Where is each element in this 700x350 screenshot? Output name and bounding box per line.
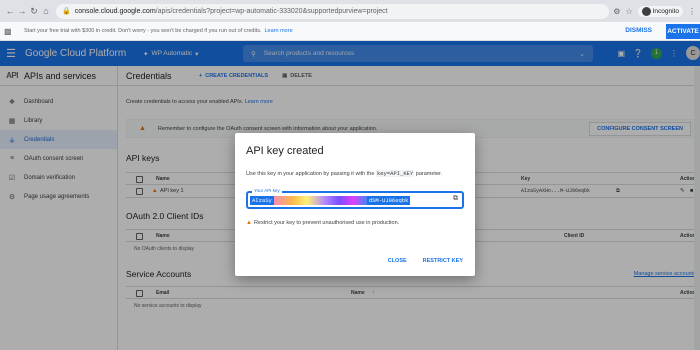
dialog-description: Use this key in your application by pass… bbox=[246, 170, 442, 177]
extension-icon[interactable]: ⚙ bbox=[613, 7, 620, 16]
dismiss-button[interactable]: DISMISS bbox=[625, 27, 652, 34]
copy-icon[interactable]: ⧉ bbox=[453, 195, 458, 203]
restrict-warning-text: Restrict your key to prevent unauthorise… bbox=[253, 220, 400, 226]
dialog-description-post: parameter. bbox=[415, 171, 443, 177]
dialog-title: API key created bbox=[246, 145, 324, 157]
back-icon[interactable]: ← bbox=[4, 4, 16, 18]
gift-icon: ▩ bbox=[4, 26, 12, 36]
trial-learn-more-link[interactable]: Learn more bbox=[265, 28, 293, 34]
browser-actions: ⚙ ☆ Incognito ⋮ bbox=[613, 5, 696, 17]
lock-icon: 🔒 bbox=[62, 8, 71, 15]
url-path: /apis/credentials?project=wp-automatic-3… bbox=[155, 7, 388, 15]
home-icon[interactable]: ⌂ bbox=[40, 4, 52, 18]
api-key-field-label: Your API key bbox=[252, 188, 282, 193]
api-key-end: dSM-UJ96eqbk bbox=[366, 196, 411, 205]
browser-window: ← → ↻ ⌂ 🔒 console.cloud.google.com /apis… bbox=[0, 0, 700, 350]
dialog-actions: CLOSE RESTRICT KEY bbox=[388, 258, 463, 264]
close-button[interactable]: CLOSE bbox=[388, 258, 407, 264]
api-key-value-selected[interactable]: AIzaSy dSM-UJ96eqbk bbox=[250, 196, 411, 205]
api-key-field[interactable]: Your API key AIzaSy dSM-UJ96eqbk ⧉ bbox=[246, 188, 464, 209]
incognito-icon bbox=[641, 6, 651, 16]
dialog-param: key=API_KEY bbox=[375, 170, 415, 177]
forward-icon[interactable]: → bbox=[16, 4, 28, 18]
api-key-created-dialog: API key created Use this key in your app… bbox=[235, 133, 475, 276]
api-key-start: AIzaSy bbox=[250, 196, 274, 205]
menu-icon[interactable]: ⋮ bbox=[688, 7, 696, 16]
address-bar[interactable]: 🔒 console.cloud.google.com /apis/credent… bbox=[56, 3, 610, 19]
incognito-label: Incognito bbox=[652, 7, 679, 15]
api-key-redaction bbox=[273, 196, 367, 205]
restrict-warning: ▲ Restrict your key to prevent unauthori… bbox=[246, 220, 399, 226]
warning-icon: ▲ bbox=[246, 220, 252, 226]
reload-icon[interactable]: ↻ bbox=[28, 4, 40, 18]
dialog-description-pre: Use this key in your application by pass… bbox=[246, 171, 375, 177]
trial-banner: ▩ Start your free trial with $300 in cre… bbox=[0, 22, 700, 41]
browser-toolbar: ← → ↻ ⌂ 🔒 console.cloud.google.com /apis… bbox=[0, 0, 700, 22]
incognito-badge[interactable]: Incognito bbox=[637, 5, 683, 17]
activate-button[interactable]: ACTIVATE bbox=[666, 24, 700, 39]
star-icon[interactable]: ☆ bbox=[625, 7, 632, 16]
restrict-key-button[interactable]: RESTRICT KEY bbox=[423, 258, 463, 264]
trial-text: Start your free trial with $300 in credi… bbox=[24, 28, 262, 34]
url-host: console.cloud.google.com bbox=[74, 7, 156, 15]
